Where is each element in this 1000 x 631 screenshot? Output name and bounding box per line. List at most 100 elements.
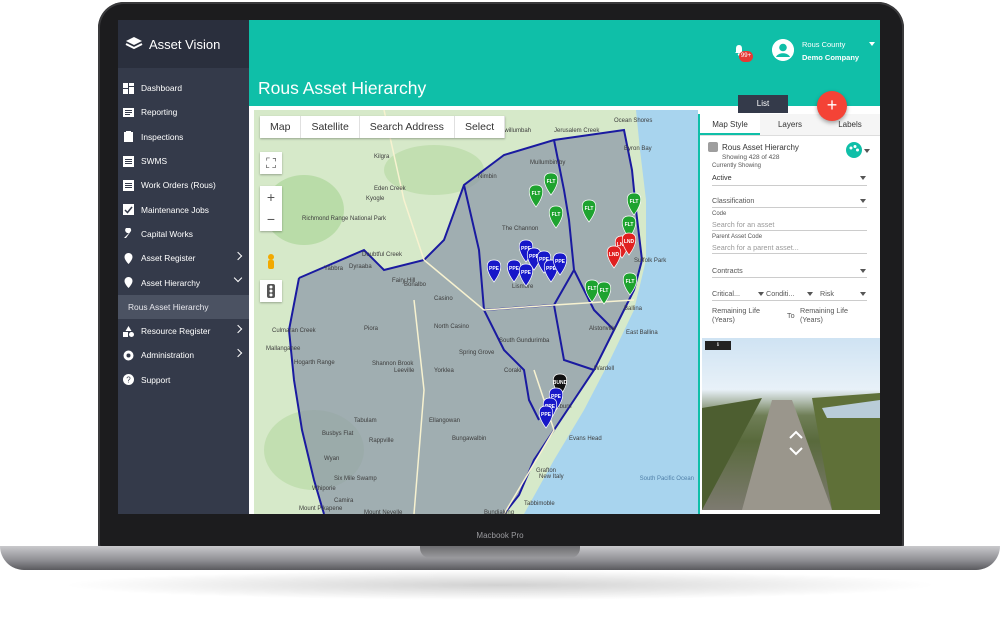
place-label: Six Mile Swamp [334,476,377,482]
place-label: The Channon [502,226,538,232]
gear-icon [123,350,134,361]
risk-select[interactable]: Risk [820,289,834,298]
code-label: Code [712,211,727,217]
layer-checkbox[interactable] [708,142,718,152]
device-label: Macbook Pro [476,531,524,540]
divider [712,277,867,278]
currently-showing-label: Currently Showing [712,163,762,169]
asset-map[interactable]: Murwillumbah Mullumbimby Nimbin The Channon… [254,110,698,514]
remaining-life-from-input[interactable]: Remaining Life (Years) [712,306,782,324]
remaining-life-to-input[interactable]: Remaining Life (Years) [800,306,870,324]
sidebar-item-inspections[interactable]: Inspections [118,125,249,149]
divider [712,253,867,254]
chevron-down-icon[interactable] [860,176,866,180]
chevron-down-icon[interactable] [233,274,243,283]
traffic-light-icon[interactable] [260,280,282,302]
place-label: Piora [364,326,379,332]
code-input[interactable]: Search for an asset [712,220,774,229]
currently-showing-select[interactable]: Active [712,173,732,182]
sidebar-item-swms[interactable]: SWMS [118,149,249,173]
criticality-select[interactable]: Critical... [712,289,740,298]
classification-select[interactable]: Classification [712,196,754,205]
street-view-info-icon[interactable]: ℹ [705,341,731,350]
chevron-down-icon[interactable] [860,292,866,296]
panel-tab-map-style[interactable]: Map Style [700,114,760,135]
sidebar-item-work-orders-rous[interactable]: Work Orders (Rous) [118,173,249,197]
place-label: Fairy Hill [392,278,415,284]
pegman-icon[interactable] [260,252,282,274]
sidebar-item-asset-hierarchy[interactable]: Asset Hierarchy [118,270,249,294]
app-screen: Asset Vision Dashboard Reporting Inspectio… [118,20,880,514]
zoom-in-button[interactable]: + [260,186,282,208]
laptop-shadow [60,570,940,600]
street-view-preview[interactable]: ℹ [702,338,880,510]
place-label: Mount Nevelle [364,510,403,514]
place-label: Eden Creek [374,186,407,192]
place-label: Wardell [594,366,614,372]
place-label: Doubtful Creek [362,252,403,258]
add-fab-button[interactable]: + [817,91,847,121]
contracts-select[interactable]: Contracts [712,266,743,275]
sidebar-item-rous-asset-hierarchy[interactable]: Rous Asset Hierarchy [118,294,249,319]
user-menu-caret-icon[interactable] [869,42,875,46]
map-tab-satellite[interactable]: Satellite [301,116,360,138]
user-company[interactable]: Rous County [802,40,845,49]
map-canvas[interactable]: MurwillumbahMullumbimbyNimbinThe Channon… [254,110,698,514]
map-tab-select[interactable]: Select [455,116,506,138]
place-label: Busbys Flat [322,431,354,437]
place-label: Leeville [394,368,415,374]
map-tab-search-address[interactable]: Search Address [360,116,455,138]
condition-select[interactable]: Conditi... [766,289,794,298]
list-button[interactable]: List [738,95,788,113]
sidebar-item-reporting[interactable]: Reporting [118,100,249,124]
place-label: North Casino [434,324,470,330]
app-logo[interactable]: Asset Vision [118,20,249,68]
marker-label: FLT [552,212,561,218]
street-view-scene [702,393,880,510]
chevron-down-icon[interactable] [807,292,813,296]
marker-label: BUND [553,380,568,386]
place-label: Coraki [504,368,521,374]
palette-icon[interactable] [846,142,862,158]
marker-label: LND [609,252,620,258]
layer-title: Rous Asset Hierarchy [722,143,799,152]
chevron-right-icon[interactable] [233,324,243,334]
avatar[interactable] [772,39,794,61]
app-header: Rous Asset Hierarchy 99+ Rous County Dem… [249,20,880,106]
place-label: Mullumbimby [530,160,565,166]
layer-expand-icon[interactable] [864,149,870,153]
sidebar-item-resource-register[interactable]: Resource Register [118,319,249,343]
place-label: East Ballina [626,330,658,336]
marker-label: FLT [625,222,634,228]
map-tab-map[interactable]: Map [260,116,302,138]
chevron-down-icon[interactable] [758,292,764,296]
place-label: Yabbra [324,266,344,272]
sidebar-item-asset-register[interactable]: Asset Register [118,246,249,270]
chevron-down-icon[interactable] [860,269,866,273]
place-label: New Italy [539,474,564,480]
marker-label: PPE [489,266,500,272]
place-label: Kilgra [374,154,390,160]
place-label: Shannon Brook [372,361,414,367]
sidebar-nav: Dashboard Reporting Inspections SWMS Work Or… [118,68,249,392]
place-label: Ocean Shores [614,118,652,124]
chevron-right-icon[interactable] [233,349,243,358]
fullscreen-button[interactable]: ⛶ [260,152,282,174]
sidebar-item-maintenance-jobs[interactable]: Maintenance Jobs [118,197,249,221]
place-label: Nimbin [478,174,497,180]
chevron-down-icon[interactable] [860,199,866,203]
user-subcompany[interactable]: Demo Company [802,53,859,62]
place-label: Jerusalem Creek [554,128,600,134]
sidebar-item-capital-works[interactable]: Capital Works [118,222,249,246]
panel-tab-layers[interactable]: Layers [760,114,820,135]
zoom-out-button[interactable]: − [260,208,282,230]
sidebar-item-administration[interactable]: Administration [118,343,249,367]
notification-badge: 99+ [739,51,753,62]
parent-code-input[interactable]: Search for a parent asset... [712,243,799,252]
chevron-right-icon[interactable] [233,251,243,261]
sidebar-item-support[interactable]: ? Support [118,368,249,392]
sidebar-item-dashboard[interactable]: Dashboard [118,76,249,100]
app-name: Asset Vision [149,36,221,52]
laptop-frame: Macbook Pro Asset Vision Dashboard Report… [0,0,1000,631]
place-label: Tabbimoble [524,501,555,507]
